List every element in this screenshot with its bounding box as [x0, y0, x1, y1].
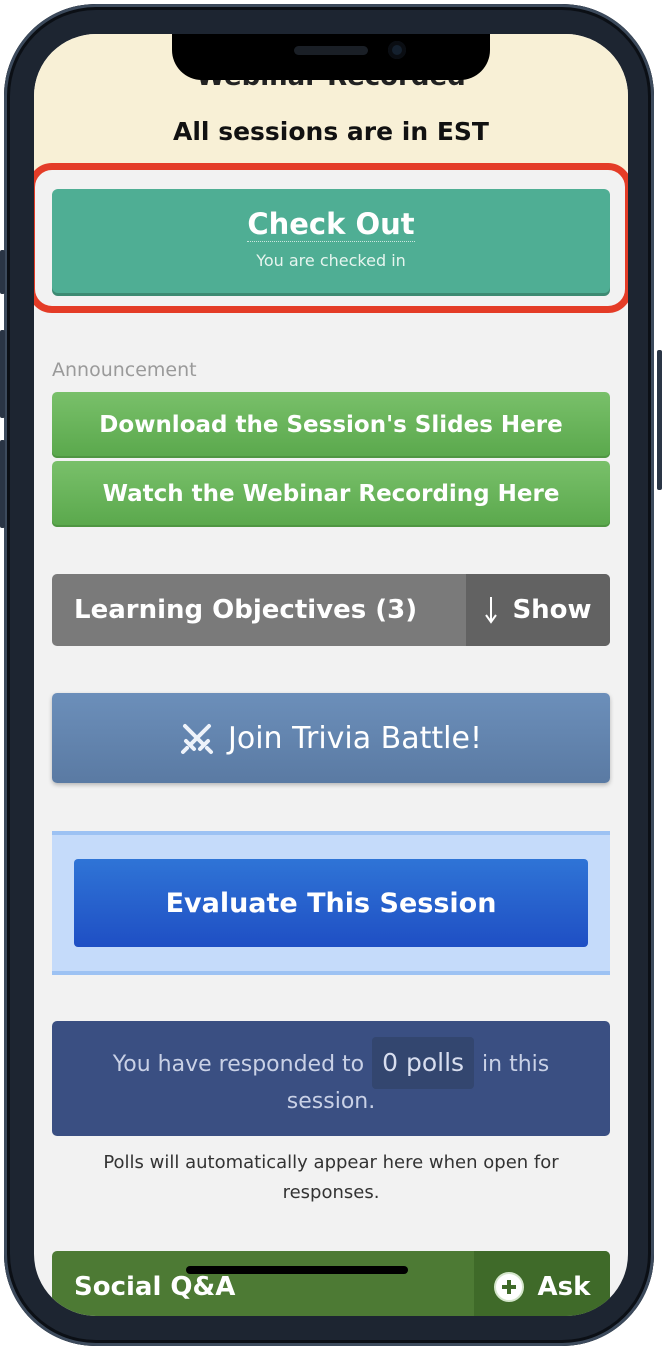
check-out-title: Check Out: [247, 207, 415, 242]
social-qa-title: Social Q&A: [74, 1272, 236, 1302]
power-button: [657, 350, 662, 490]
ask-label: Ask: [537, 1272, 591, 1302]
show-label: Show: [512, 595, 592, 625]
show-objectives-toggle[interactable]: Show: [466, 574, 610, 646]
polls-summary-end: session.: [286, 1089, 376, 1114]
home-indicator[interactable]: [186, 1266, 408, 1274]
learning-objectives-title: Learning Objectives (3): [74, 595, 418, 625]
polls-summary: You have responded to 0 polls in this: [52, 1037, 610, 1089]
social-qa-bar: Social Q&A Ask: [52, 1251, 610, 1316]
ask-question-button[interactable]: Ask: [474, 1251, 610, 1316]
front-camera: [388, 41, 406, 59]
download-slides-button[interactable]: Download the Session's Slides Here: [52, 392, 610, 458]
polls-note: Polls will automatically appear here whe…: [103, 1152, 559, 1203]
speaker-grille: [294, 46, 368, 55]
polls-suffix: in this: [482, 1052, 550, 1077]
mute-switch: [0, 250, 5, 294]
app-screen: Webinar Recorded All sessions are in EST…: [34, 34, 628, 1316]
notch: [172, 34, 490, 80]
crossed-swords-icon: [181, 724, 213, 754]
volume-down-button: [0, 440, 5, 528]
polls-count-badge: 0 polls: [372, 1037, 475, 1089]
check-in-status: You are checked in: [256, 251, 406, 270]
join-trivia-battle-button[interactable]: Join Trivia Battle!: [52, 693, 610, 783]
arrow-down-icon: [485, 597, 498, 624]
evaluate-session-button[interactable]: Evaluate This Session: [74, 859, 588, 947]
session-content: Webinar Recorded All sessions are in EST…: [34, 34, 628, 1316]
watch-recording-button[interactable]: Watch the Webinar Recording Here: [52, 461, 610, 527]
check-out-button[interactable]: Check Out You are checked in: [52, 189, 610, 293]
learning-objectives-bar: Learning Objectives (3) Show: [52, 574, 610, 646]
announcement-label: Announcement: [52, 359, 197, 381]
evaluate-panel: Evaluate This Session: [52, 831, 610, 975]
volume-up-button: [0, 330, 5, 418]
polls-prefix: You have responded to: [112, 1052, 365, 1077]
polls-panel: You have responded to 0 polls in this sess…: [52, 1021, 610, 1136]
timezone-notice: All sessions are in EST: [173, 117, 489, 146]
trivia-label: Join Trivia Battle!: [228, 720, 482, 756]
plus-circle-icon: [493, 1272, 524, 1302]
